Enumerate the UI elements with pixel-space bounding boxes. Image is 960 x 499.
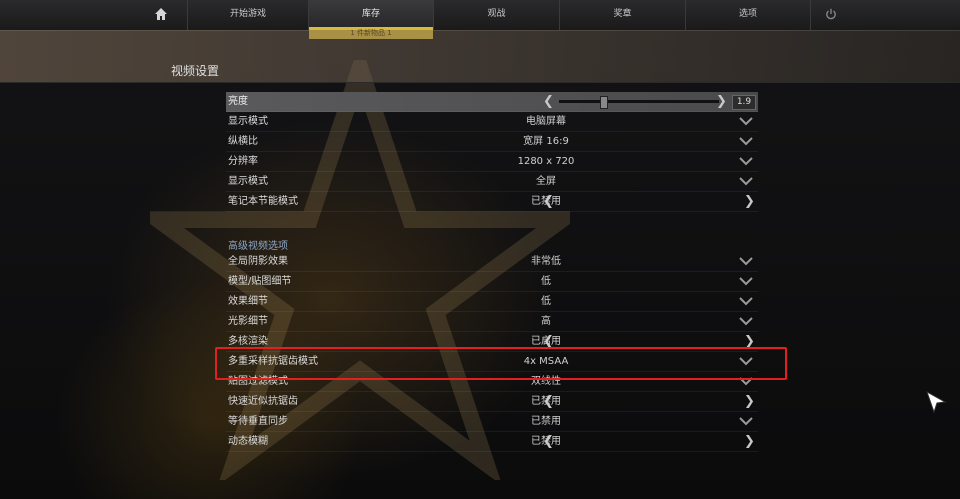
- nav-options[interactable]: 选项: [686, 0, 811, 30]
- highlight-annotation-box: [215, 347, 787, 380]
- setting-label: 效果细节: [228, 296, 268, 307]
- setting-label: 分辨率: [228, 156, 258, 167]
- setting-label: 显示模式: [228, 176, 268, 187]
- setting-row[interactable]: 显示模式 全屏: [226, 172, 758, 192]
- nav-play[interactable]: 开始游戏: [188, 0, 309, 30]
- setting-row[interactable]: 等待垂直同步 已禁用: [226, 412, 758, 432]
- advanced-section-heading: 高级视频选项: [228, 241, 288, 252]
- setting-row[interactable]: 笔记本节能模式 ❮ 已禁用 ❯: [226, 192, 758, 212]
- brightness-label: 亮度: [228, 96, 248, 107]
- setting-value: 已禁用: [531, 196, 561, 207]
- arrow-right-icon[interactable]: ❯: [716, 93, 727, 110]
- setting-value: 已禁用: [531, 436, 561, 447]
- header-band: [0, 30, 960, 83]
- setting-row[interactable]: 全局阴影效果 非常低: [226, 252, 758, 272]
- setting-row[interactable]: 显示模式 电脑屏幕: [226, 112, 758, 132]
- setting-value: 1280 x 720: [517, 156, 575, 167]
- chevron-down-icon[interactable]: [738, 175, 754, 187]
- setting-row[interactable]: 光影细节 高: [226, 312, 758, 332]
- arrow-left-icon[interactable]: ❮: [543, 93, 554, 110]
- setting-value: 高: [541, 316, 551, 327]
- setting-value: 宽屏 16:9: [523, 136, 569, 147]
- page-title: 视频设置: [171, 64, 220, 78]
- setting-label: 快速近似抗锯齿: [228, 396, 298, 407]
- mouse-cursor-icon: [926, 390, 947, 414]
- setting-row[interactable]: 分辨率 1280 x 720: [226, 152, 758, 172]
- nav-power[interactable]: [811, 0, 851, 30]
- nav-watch[interactable]: 观战: [434, 0, 560, 30]
- brightness-slider-thumb[interactable]: [599, 96, 608, 109]
- setting-row[interactable]: 动态模糊 ❮ 已禁用 ❯: [226, 432, 758, 452]
- nav-inventory[interactable]: 库存: [309, 0, 434, 30]
- setting-row[interactable]: 纵横比 宽屏 16:9: [226, 132, 758, 152]
- arrow-right-icon[interactable]: ❯: [744, 433, 755, 450]
- top-navigation: 开始游戏 库存 观战 奖章 选项: [0, 0, 960, 31]
- chevron-down-icon[interactable]: [738, 415, 754, 427]
- setting-row[interactable]: 快速近似抗锯齿 ❮ 已禁用 ❯: [226, 392, 758, 412]
- power-icon: [826, 8, 836, 20]
- chevron-down-icon[interactable]: [738, 275, 754, 287]
- setting-value: 已禁用: [531, 416, 561, 427]
- brightness-row[interactable]: 亮度 ❮ ❯ 1.9: [226, 92, 758, 112]
- setting-row[interactable]: 效果细节 低: [226, 292, 758, 312]
- brightness-slider[interactable]: [559, 100, 719, 103]
- setting-label: 等待垂直同步: [228, 416, 288, 427]
- chevron-down-icon[interactable]: [738, 115, 754, 127]
- setting-value: 非常低: [531, 256, 561, 267]
- setting-value: 低: [541, 296, 551, 307]
- setting-value: 全屏: [536, 176, 556, 187]
- setting-label: 纵横比: [228, 136, 258, 147]
- chevron-down-icon[interactable]: [738, 315, 754, 327]
- chevron-down-icon[interactable]: [738, 255, 754, 267]
- arrow-right-icon[interactable]: ❯: [744, 393, 755, 410]
- nav-awards[interactable]: 奖章: [560, 0, 686, 30]
- setting-label: 笔记本节能模式: [228, 196, 298, 207]
- setting-label: 显示模式: [228, 116, 268, 127]
- chevron-down-icon[interactable]: [738, 295, 754, 307]
- chevron-down-icon[interactable]: [738, 155, 754, 167]
- brightness-value: 1.9: [732, 95, 756, 110]
- chevron-down-icon[interactable]: [738, 135, 754, 147]
- setting-label: 动态模糊: [228, 436, 268, 447]
- setting-value: 电脑屏幕: [526, 116, 566, 127]
- setting-label: 全局阴影效果: [228, 256, 288, 267]
- setting-row[interactable]: 模型/贴图细节 低: [226, 272, 758, 292]
- nav-home[interactable]: [135, 0, 188, 30]
- home-icon: [155, 8, 167, 20]
- setting-value: 低: [541, 276, 551, 287]
- setting-label: 模型/贴图细节: [228, 276, 292, 287]
- setting-label: 光影细节: [228, 316, 268, 327]
- setting-value: 已禁用: [531, 396, 561, 407]
- arrow-right-icon[interactable]: ❯: [744, 193, 755, 210]
